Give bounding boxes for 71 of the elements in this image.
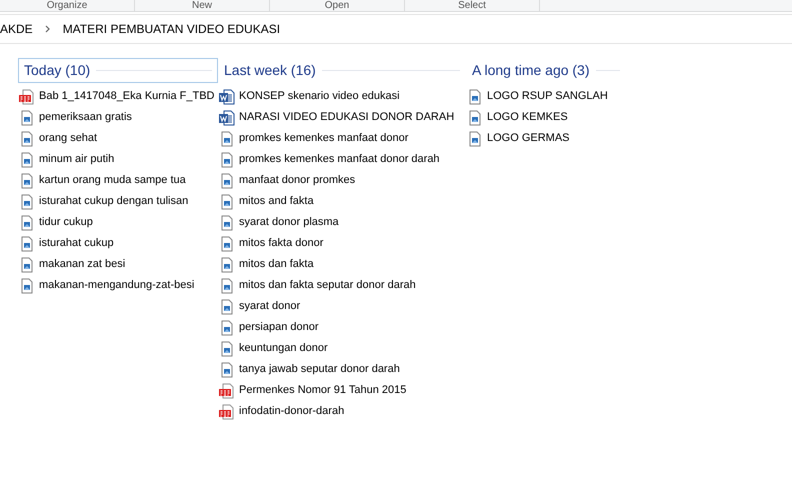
image-file-icon xyxy=(219,320,235,336)
file-name[interactable]: mitos dan fakta xyxy=(239,256,314,273)
image-file-icon xyxy=(219,194,235,210)
file-name[interactable]: LOGO GERMAS xyxy=(487,130,570,147)
file-name[interactable]: tidur cukup xyxy=(39,214,93,231)
ribbon-group-label: New xyxy=(135,0,270,11)
file-name[interactable]: promkes kemenkes manfaat donor xyxy=(239,130,408,147)
file-name[interactable]: syarat donor xyxy=(239,298,300,315)
image-file-icon xyxy=(19,152,35,168)
file-name[interactable]: isturahat cukup dengan tulisan xyxy=(39,193,188,210)
file-name[interactable]: manfaat donor promkes xyxy=(239,172,356,189)
word-document-icon xyxy=(219,110,235,126)
ribbon-group-label: Organize xyxy=(0,0,135,11)
pdf-file-icon xyxy=(19,88,35,104)
ribbon-group-label: Open xyxy=(270,0,405,11)
file-name[interactable]: keuntungan donor xyxy=(239,340,328,357)
image-file-icon xyxy=(219,214,235,230)
pdf-file-icon xyxy=(219,404,235,420)
file-name[interactable]: LOGO RSUP SANGLAH xyxy=(487,88,608,105)
file-name[interactable]: makanan zat besi xyxy=(39,256,126,273)
breadcrumb-item[interactable]: AKDE xyxy=(0,20,33,38)
image-file-icon xyxy=(19,194,35,210)
group-title: A long time ago (3) xyxy=(472,61,590,80)
image-file-icon xyxy=(219,362,235,378)
file-name[interactable]: orang sehat xyxy=(39,130,98,147)
file-name[interactable]: Permenkes Nomor 91 Tahun 2015 xyxy=(239,382,406,399)
group-title: Last week (16) xyxy=(224,61,316,80)
pdf-file-icon xyxy=(219,382,235,398)
group-title: Today (10) xyxy=(24,61,90,80)
file-name[interactable]: mitos fakta donor xyxy=(239,235,324,252)
ribbon-group-label: Select xyxy=(405,0,540,11)
image-file-icon xyxy=(19,130,35,146)
image-file-icon xyxy=(219,340,235,356)
image-file-icon xyxy=(19,278,35,294)
file-name[interactable]: isturahat cukup xyxy=(39,235,114,252)
image-file-icon xyxy=(219,152,235,168)
image-file-icon xyxy=(467,110,483,126)
image-file-icon xyxy=(219,256,235,272)
file-name[interactable]: KONSEP skenario video edukasi xyxy=(239,88,400,105)
image-file-icon xyxy=(19,214,35,230)
group-header[interactable]: Last week (16) xyxy=(218,58,466,83)
image-file-icon xyxy=(219,298,235,314)
file-name[interactable]: syarat donor plasma xyxy=(239,214,339,231)
image-file-icon xyxy=(219,130,235,146)
file-name[interactable]: Bab 1_1417048_Eka Kurnia F_TBD xyxy=(39,88,215,105)
file-name[interactable]: persiapan donor xyxy=(239,319,319,336)
file-name[interactable]: infodatin-donor-darah xyxy=(239,403,344,420)
file-name[interactable]: tanya jawab seputar donor darah xyxy=(239,361,400,378)
file-name[interactable]: mitos dan fakta seputar donor darah xyxy=(239,277,416,294)
file-name[interactable]: kartun orang muda sampe tua xyxy=(39,172,186,189)
file-name[interactable]: pemeriksaan gratis xyxy=(39,109,132,126)
image-file-icon xyxy=(19,256,35,272)
image-file-icon xyxy=(19,172,35,188)
image-file-icon xyxy=(467,130,483,146)
image-file-icon xyxy=(19,236,35,252)
image-file-icon xyxy=(467,88,483,104)
word-document-icon xyxy=(219,88,235,104)
image-file-icon xyxy=(19,110,35,126)
file-name[interactable]: LOGO KEMKES xyxy=(487,109,568,126)
breadcrumb-item[interactable]: MATERI PEMBUATAN VIDEO EDUKASI xyxy=(62,20,280,38)
group-header[interactable]: A long time ago (3) xyxy=(466,58,626,83)
file-name[interactable]: mitos and fakta xyxy=(239,193,314,210)
image-file-icon xyxy=(219,172,235,188)
file-name[interactable]: promkes kemenkes manfaat donor darah xyxy=(239,151,440,168)
image-file-icon xyxy=(219,278,235,294)
file-name[interactable]: makanan-mengandung-zat-besi xyxy=(39,277,194,294)
file-name[interactable]: NARASI VIDEO EDUKASI DONOR DARAH xyxy=(239,109,454,126)
file-name[interactable]: minum air putih xyxy=(39,151,114,168)
chevron-icon[interactable] xyxy=(44,25,51,33)
group-header[interactable]: Today (10) xyxy=(18,58,218,83)
image-file-icon xyxy=(219,236,235,252)
